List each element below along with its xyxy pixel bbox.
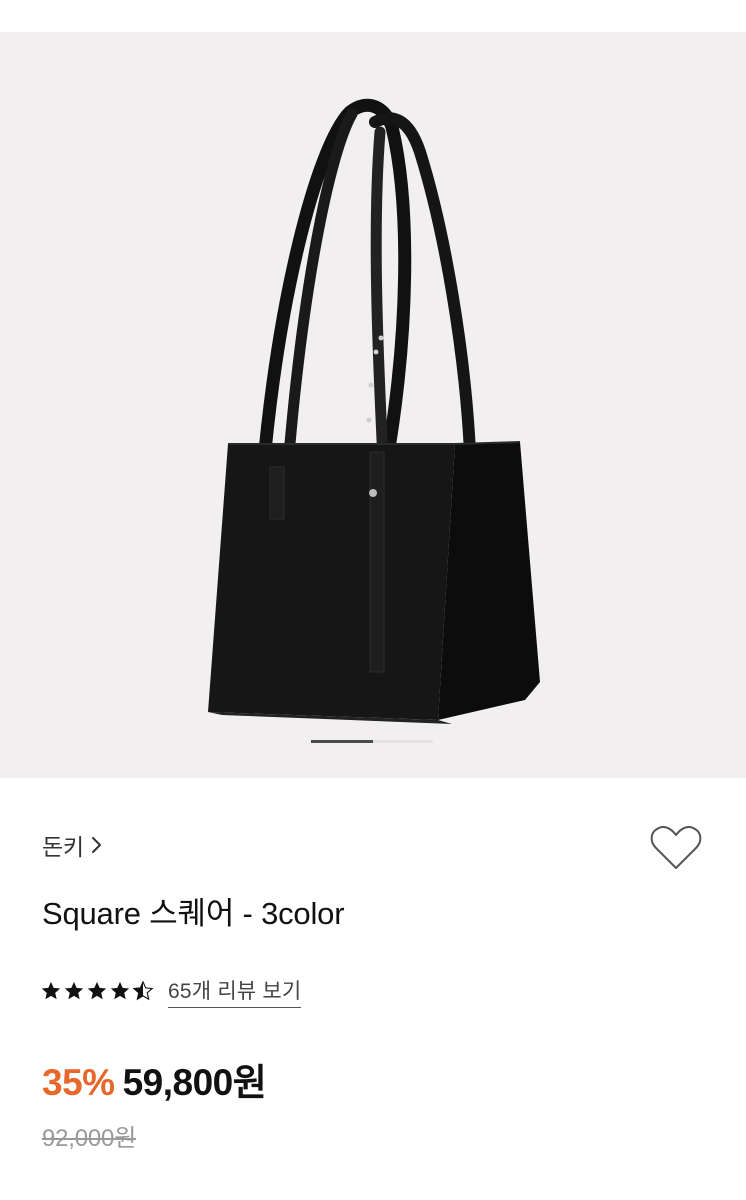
product-image xyxy=(208,98,540,724)
wishlist-button[interactable] xyxy=(648,822,704,874)
gallery-page-indicator-active xyxy=(311,740,373,743)
star-full-icon xyxy=(41,981,61,1000)
product-title: Square 스퀘어 - 3color xyxy=(42,896,345,931)
sale-price: 59,800원 xyxy=(122,1062,267,1103)
gallery-page-indicator xyxy=(311,740,433,743)
star-half-icon xyxy=(132,980,154,1001)
brand-name: 돈키 xyxy=(42,834,84,860)
rating-row: 65개 리뷰 보기 xyxy=(40,972,302,1010)
star-full-icon xyxy=(110,981,130,1000)
rating-stars xyxy=(40,980,154,1002)
discount-rate: 35% xyxy=(42,1062,115,1103)
star-full-icon xyxy=(87,981,107,1000)
heart-outline-icon xyxy=(650,826,702,869)
price-row: 35% 59,800원 xyxy=(42,1052,267,1106)
chevron-right-icon xyxy=(91,837,101,853)
star-full-icon xyxy=(64,981,84,1000)
review-link[interactable]: 65개 리뷰 보기 xyxy=(168,975,302,1008)
original-price: 92,000원 xyxy=(42,1125,137,1152)
brand-link[interactable]: 돈키 xyxy=(42,828,104,862)
product-image-gallery[interactable] xyxy=(0,32,746,778)
top-strip xyxy=(0,0,746,32)
